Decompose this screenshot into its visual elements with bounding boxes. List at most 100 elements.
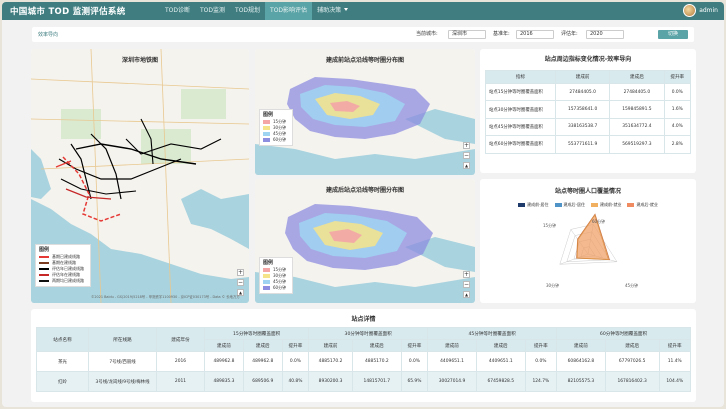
legend-item-label: 60分钟: [273, 285, 287, 290]
table-row: 站点15分钟等时圈覆盖面积 27484405.0 27484405.0 0.0%: [485, 82, 692, 102]
column-header: 建成前: [554, 70, 611, 84]
table-cell: 489835.3: [204, 371, 244, 392]
efficiency-panel: 站点周边指标变化情况-效率导向 指标 建成前 建成后 提升率 站点15分钟等时圈…: [480, 49, 696, 173]
nav-decision-support[interactable]: 辅助决策: [312, 2, 353, 20]
column-group-header: 45分钟等时圈覆盖面积: [427, 327, 558, 340]
table-cell: 0.0%: [524, 351, 558, 372]
metro-legend-title: 图例: [39, 247, 50, 253]
app-logo-title: 中国城市 TOD 监测评估系统: [10, 7, 126, 17]
isochrone-before-map-panel[interactable]: 建成前站点沿线等时圈分布图 图例 15分钟 30分钟 45分钟 60分钟 + −…: [255, 49, 475, 175]
column-group-header: 60分钟等时圈覆盖面积: [556, 327, 691, 340]
table-cell: 红岭: [36, 371, 89, 392]
table-cell: 489962.8: [242, 351, 283, 372]
metro-map-panel[interactable]: 深圳市地铁图 图例 基期已建成线路 基期在建线路 评估年已建成线路 评估年在建线…: [31, 49, 249, 303]
legend-swatch: [263, 138, 270, 142]
table-cell: 60864162.8: [556, 351, 606, 372]
nav-tod-planning[interactable]: TOD规划: [230, 2, 265, 20]
table-cell: 167816402.3: [604, 371, 660, 392]
city-select[interactable]: 深圳市: [448, 30, 486, 39]
table-cell: 27484405.0: [609, 82, 665, 102]
table-cell: 351634772.4: [609, 117, 665, 137]
column-header: 站点名称: [36, 327, 89, 352]
isochrone-before-legend: 图例 15分钟 30分钟 45分钟 60分钟: [259, 109, 293, 146]
radar-chart: [559, 213, 618, 265]
nav-tod-monitoring[interactable]: TOD监测: [195, 2, 230, 20]
legend-line-swatch: [39, 268, 49, 270]
table-row[interactable]: 红岭 3号线/龙岗线/9号线/梅林线 2011 489835.3 689506.…: [36, 371, 691, 392]
zoom-in-button[interactable]: +: [463, 271, 470, 278]
nav-tod-impact-assessment[interactable]: TOD影响评估: [265, 2, 313, 20]
user-menu[interactable]: admin: [683, 4, 718, 17]
table-cell: 11.4%: [658, 351, 691, 372]
column-header: 建成后: [242, 339, 283, 352]
table-cell: 569519297.3: [609, 135, 665, 154]
zoom-out-button[interactable]: −: [237, 279, 244, 286]
switch-button[interactable]: 切换: [658, 30, 688, 39]
compass-icon[interactable]: ▲: [463, 291, 470, 298]
efficiency-title: 站点周边指标变化情况-效率导向: [544, 56, 632, 63]
table-row: 站点30分钟等时圈覆盖面积 157358641.0 159845891.5 1.…: [485, 100, 692, 119]
table-cell: 0.0%: [663, 82, 692, 102]
table-cell: 489962.8: [204, 351, 244, 372]
table-cell: 40.8%: [281, 371, 310, 392]
table-cell: 0.0%: [281, 351, 310, 372]
legend-item-label: 两期均已建成线路: [52, 278, 84, 283]
table-cell: 站点30分钟等时圈覆盖面积: [485, 100, 556, 119]
eval-year-select[interactable]: 2020: [586, 30, 624, 39]
legend-line-swatch: [39, 262, 49, 264]
table-cell: 2016: [156, 351, 205, 372]
table-row: 站点60分钟等时圈覆盖面积 553771611.9 569519297.3 2.…: [485, 135, 692, 154]
legend-line-swatch: [39, 274, 49, 276]
column-header: 建成后: [604, 339, 660, 352]
table-cell: 338163538.7: [554, 117, 611, 137]
legend-swatch: [263, 120, 270, 124]
table-cell: 4885170.2: [351, 351, 402, 372]
table-cell: 2011: [156, 371, 205, 392]
app-frame: 中国城市 TOD 监测评估系统 TOD诊断 TOD监测 TOD规划 TOD影响评…: [2, 2, 724, 407]
column-header: 建成前: [427, 339, 477, 352]
metro-legend: 图例 基期已建成线路 基期在建线路 评估年已建成线路 评估年在建线路 两期均已建…: [35, 244, 91, 287]
top-nav-bar: 中国城市 TOD 监测评估系统 TOD诊断 TOD监测 TOD规划 TOD影响评…: [2, 2, 724, 20]
table-cell: 30027014.9: [427, 371, 477, 392]
column-header: 提升率: [400, 339, 429, 352]
column-header: 建成前: [308, 339, 353, 352]
compass-icon[interactable]: ▲: [463, 162, 470, 169]
filter-bar: 效率导向 当前城市: 深圳市 基准年: 2016 评估年: 2020 切换: [32, 27, 694, 42]
radar-axis-label: 60分钟: [592, 219, 606, 224]
station-detail-table: 站点名称 所在线路 建成年份 15分钟等时圈覆盖面积 30分钟等时圈覆盖面积 4…: [36, 327, 691, 392]
eval-year-label: 评估年:: [561, 31, 578, 37]
isochrone-after-map-panel[interactable]: 建成后站点沿线等时圈分布图 图例 15分钟 30分钟 45分钟 60分钟 + −…: [255, 179, 475, 303]
table-cell: 27484405.0: [554, 82, 611, 102]
table-cell: 站点60分钟等时圈覆盖面积: [485, 135, 556, 154]
isochrone-before-title: 建成前站点沿线等时圈分布图: [325, 57, 404, 64]
column-header: 建成后: [609, 70, 665, 84]
zoom-in-button[interactable]: +: [237, 269, 244, 276]
nav-tod-diagnosis[interactable]: TOD诊断: [160, 2, 195, 20]
table-cell: 104.4%: [658, 371, 691, 392]
base-year-select[interactable]: 2016: [516, 30, 554, 39]
table-cell: 2.8%: [663, 135, 692, 154]
legend-item: 两期均已建成线路: [39, 278, 87, 284]
table-cell: 3号线/龙岗线/9号线/梅林线: [88, 371, 157, 392]
efficiency-table: 指标 建成前 建成后 提升率 站点15分钟等时圈覆盖面积 27484405.0 …: [485, 70, 692, 154]
table-row[interactable]: 茶光 7号线/西丽线 2016 489962.8 489962.8 0.0% 4…: [36, 351, 691, 372]
user-name[interactable]: admin: [699, 7, 718, 14]
zoom-in-button[interactable]: +: [463, 142, 470, 149]
legend-swatch: [263, 268, 270, 272]
table-cell: 站点45分钟等时圈覆盖面积: [485, 117, 556, 137]
table-cell: 67797026.5: [604, 351, 660, 372]
avatar[interactable]: [683, 4, 697, 17]
main-nav: TOD诊断 TOD监测 TOD规划 TOD影响评估 辅助决策: [160, 2, 353, 20]
table-cell: 站点15分钟等时圈覆盖面积: [485, 82, 556, 102]
city-label: 当前城市:: [416, 31, 438, 37]
zoom-out-button[interactable]: −: [463, 152, 470, 159]
legend-swatch: [263, 280, 270, 284]
section-title: 效率导向: [38, 32, 59, 38]
table-cell: 67459828.5: [475, 371, 526, 392]
radar-axis-label: 30分钟: [546, 283, 560, 288]
zoom-out-button[interactable]: −: [463, 281, 470, 288]
legend-swatch: [263, 132, 270, 136]
column-group-header: 30分钟等时圈覆盖面积: [308, 327, 429, 340]
legend-swatch: [263, 274, 270, 278]
legend-line-swatch: [39, 256, 49, 258]
